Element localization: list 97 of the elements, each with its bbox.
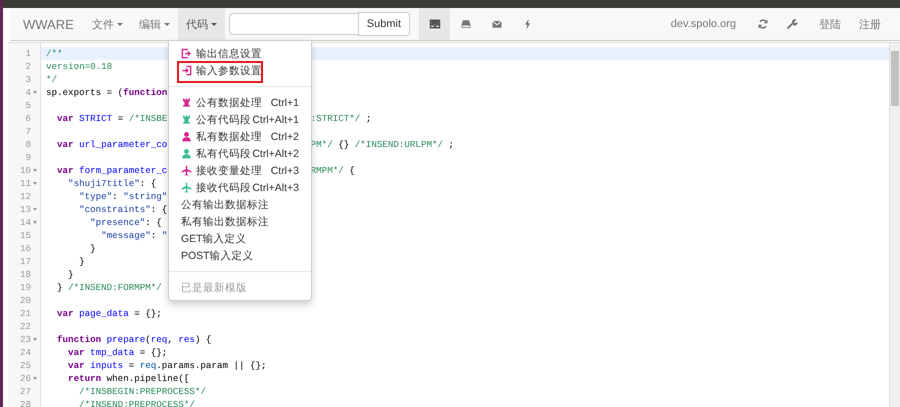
code-line: var STRICT = /*INSBE bbox=[56, 112, 168, 125]
shortcut-label: Ctrl+Alt+3 bbox=[252, 182, 299, 194]
code-line: */ bbox=[46, 73, 58, 86]
fold-icon[interactable] bbox=[32, 338, 36, 341]
shortcut-label: Ctrl+3 bbox=[270, 164, 299, 176]
line-number: 17 bbox=[20, 255, 31, 268]
line-number: 16 bbox=[20, 242, 31, 255]
menu-item[interactable]: POST输入定义 bbox=[169, 247, 311, 264]
line-number: 13 bbox=[20, 203, 31, 216]
menu-item[interactable]: 输入参数设置 bbox=[169, 62, 311, 79]
line-number: 21 bbox=[20, 307, 31, 320]
nav-menu[interactable]: 代码 bbox=[178, 8, 225, 40]
shortcut-label: Ctrl+Alt+2 bbox=[252, 148, 299, 160]
line-number: 28 bbox=[20, 398, 31, 407]
menu-item[interactable]: 私有代码段 Ctrl+Alt+2 bbox=[169, 145, 311, 162]
menu-item[interactable]: 私有数据处理 Ctrl+2 bbox=[169, 128, 311, 145]
code-line: } bbox=[78, 255, 85, 268]
code-line: var inputs = req.params.param || {}; bbox=[67, 359, 267, 372]
wrench-icon bbox=[786, 18, 798, 30]
line-number: 19 bbox=[20, 281, 31, 294]
nav-menu[interactable]: 文件 bbox=[84, 8, 131, 40]
line-number: 5 bbox=[25, 99, 31, 112]
line-number: 10 bbox=[20, 164, 31, 177]
fold-icon[interactable] bbox=[32, 182, 36, 185]
line-number: 25 bbox=[20, 359, 31, 372]
menu-item[interactable]: 接收代码段 Ctrl+Alt+3 bbox=[169, 179, 311, 196]
code-fragment: :STRICT*/ ; bbox=[310, 112, 372, 125]
drive-icon bbox=[460, 18, 472, 30]
nav-menu[interactable]: 编辑 bbox=[130, 8, 178, 40]
caret-icon bbox=[116, 22, 123, 26]
toolbar-button[interactable] bbox=[419, 8, 450, 40]
brand-logo[interactable]: WWARE bbox=[23, 8, 74, 40]
code-line: var tmp_data = {}; bbox=[67, 346, 168, 359]
menu-item[interactable]: 公有数据处理 Ctrl+1 bbox=[169, 94, 311, 111]
line-number: 23 bbox=[20, 333, 31, 346]
line-number: 14 bbox=[20, 216, 31, 229]
shortcut-label: Ctrl+1 bbox=[270, 96, 299, 108]
code-line: /*INSEND:PREPROCESS*/ bbox=[78, 398, 195, 407]
line-number: 6 bbox=[25, 112, 31, 125]
code-line: "presence": { bbox=[89, 216, 162, 229]
line-number: 26 bbox=[20, 372, 31, 385]
line-number: 24 bbox=[20, 346, 31, 359]
line-number: 8 bbox=[25, 138, 31, 151]
menu-item[interactable]: 输出信息设置 bbox=[169, 45, 311, 62]
code-line: } /*INSEND:FORMPM*/ bbox=[56, 281, 162, 294]
fold-icon[interactable] bbox=[32, 208, 36, 211]
code-line: "message": " bbox=[100, 229, 168, 242]
fold-icon[interactable] bbox=[32, 91, 36, 94]
line-number: 1 bbox=[25, 47, 31, 60]
line-number: 7 bbox=[25, 125, 31, 138]
line-number: 22 bbox=[20, 320, 31, 333]
line-number: 12 bbox=[20, 190, 31, 203]
line-number: 15 bbox=[20, 229, 31, 242]
menu-item[interactable]: 公有代码段 Ctrl+Alt+1 bbox=[169, 111, 311, 128]
line-number: 2 bbox=[25, 60, 31, 73]
line-number: 11 bbox=[20, 177, 31, 190]
caret-icon bbox=[164, 22, 170, 26]
fold-icon[interactable] bbox=[32, 377, 36, 380]
envelope-icon bbox=[490, 18, 503, 30]
line-number: 4 bbox=[25, 86, 31, 99]
caret-icon bbox=[210, 22, 217, 26]
host-label: dev.spolo.org bbox=[670, 17, 736, 32]
fold-icon[interactable] bbox=[32, 169, 36, 172]
menu-item[interactable]: 接收变量处理 Ctrl+3 bbox=[169, 162, 311, 179]
code-line: var page_data = {}; bbox=[56, 307, 162, 320]
code-line: var url_parameter_co bbox=[56, 138, 168, 151]
refresh-icon bbox=[756, 18, 768, 30]
code-line: return when.pipeline([ bbox=[67, 372, 190, 385]
code-line: /** bbox=[46, 47, 63, 60]
menu-item[interactable]: GET输入定义 bbox=[169, 230, 311, 247]
line-number: 18 bbox=[20, 268, 31, 281]
code-line: "shuji7title": { bbox=[67, 177, 156, 190]
code-line: var form_parameter_c bbox=[56, 164, 168, 177]
code-line: } bbox=[89, 242, 96, 255]
code-line: /*INSBEGIN:PREPROCESS*/ bbox=[78, 385, 206, 398]
shortcut-label: Ctrl+2 bbox=[270, 130, 299, 142]
line-number: 9 bbox=[25, 151, 31, 164]
menu-item[interactable]: 公有输出数据标注 bbox=[169, 196, 311, 213]
code-line: "type": "string" bbox=[78, 190, 168, 203]
scrollbar-thumb[interactable] bbox=[891, 51, 899, 106]
search-field[interactable] bbox=[228, 13, 359, 35]
nav-link[interactable]: 登陆 bbox=[810, 8, 850, 40]
code-line: version=0.18 bbox=[46, 60, 112, 73]
line-number: 27 bbox=[20, 385, 31, 398]
line-number: 20 bbox=[20, 294, 31, 307]
scrollbar[interactable] bbox=[889, 43, 900, 407]
shortcut-label: Ctrl+Alt+1 bbox=[252, 114, 299, 126]
fold-icon[interactable] bbox=[32, 221, 36, 224]
code-line: function prepare(req, res) { bbox=[56, 333, 212, 346]
inbox-icon bbox=[428, 18, 441, 30]
nav-link[interactable]: 注册 bbox=[850, 8, 890, 40]
menu-item[interactable]: 私有输出数据标注 bbox=[169, 213, 311, 230]
code-line: sp.exports = (function bbox=[46, 86, 168, 99]
code-line: "constraints": { bbox=[78, 203, 168, 216]
submit-button[interactable]: Submit bbox=[358, 12, 410, 36]
code-line: } bbox=[67, 268, 74, 281]
line-number: 3 bbox=[25, 73, 31, 86]
